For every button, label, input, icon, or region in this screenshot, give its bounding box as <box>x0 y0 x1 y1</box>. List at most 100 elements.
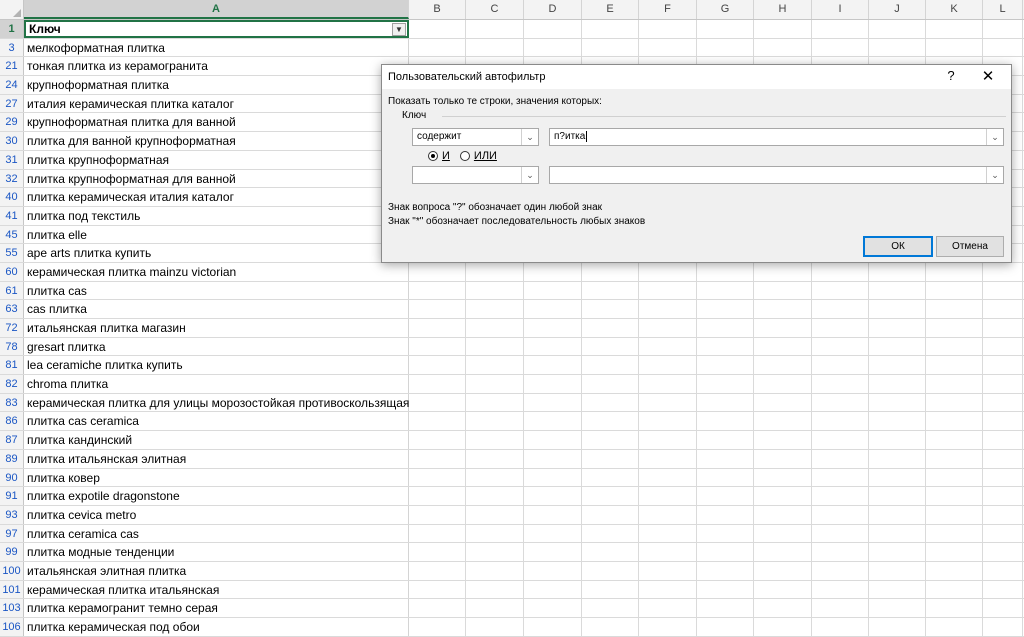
cell[interactable] <box>409 300 466 318</box>
cell-a[interactable]: ape arts плитка купить <box>24 244 409 262</box>
cell[interactable] <box>639 38 697 57</box>
cell[interactable] <box>697 262 754 281</box>
cell[interactable] <box>926 412 983 431</box>
row-header[interactable]: 82 <box>0 375 24 393</box>
cell[interactable] <box>409 262 466 281</box>
column-header-a[interactable]: A <box>24 0 409 19</box>
row-header[interactable]: 81 <box>0 356 24 375</box>
cell[interactable] <box>754 375 812 393</box>
cell[interactable] <box>926 262 983 281</box>
cell[interactable] <box>409 449 466 468</box>
cell[interactable] <box>926 561 983 580</box>
cell[interactable] <box>524 393 582 412</box>
condition2-value-input[interactable]: ⌄ <box>549 166 1004 184</box>
cell[interactable] <box>754 505 812 524</box>
cell-a[interactable]: итальянская плитка магазин <box>24 319 409 337</box>
cell-a[interactable]: chroma плитка <box>24 375 409 393</box>
cell[interactable] <box>926 337 983 356</box>
row-header[interactable]: 72 <box>0 319 24 337</box>
cell[interactable] <box>983 618 1023 636</box>
cell[interactable] <box>466 561 524 580</box>
cell[interactable] <box>754 618 812 636</box>
cell[interactable] <box>926 300 983 318</box>
cell-a[interactable]: плитка керамогранит темно серая <box>24 599 409 617</box>
row-header[interactable]: 87 <box>0 431 24 449</box>
row-header[interactable]: 31 <box>0 150 24 169</box>
cell[interactable] <box>812 487 869 505</box>
cell-a[interactable]: керамическая плитка для улицы морозостой… <box>24 393 409 412</box>
cell[interactable] <box>582 618 639 636</box>
cell[interactable] <box>524 468 582 487</box>
cell[interactable] <box>409 561 466 580</box>
cell[interactable] <box>697 543 754 561</box>
cell[interactable] <box>466 262 524 281</box>
cell-a[interactable]: плитка cevica metro <box>24 505 409 524</box>
cell-a[interactable]: плитка ceramica cas <box>24 524 409 543</box>
cell[interactable] <box>869 393 926 412</box>
cell[interactable] <box>639 618 697 636</box>
cell-a[interactable]: крупноформатная плитка <box>24 76 409 94</box>
cell[interactable] <box>983 38 1023 57</box>
cell[interactable] <box>409 505 466 524</box>
cell[interactable] <box>812 262 869 281</box>
cell[interactable] <box>582 393 639 412</box>
cell[interactable] <box>697 524 754 543</box>
cell[interactable] <box>466 543 524 561</box>
cell[interactable] <box>466 449 524 468</box>
cell[interactable] <box>639 393 697 412</box>
cell[interactable] <box>812 319 869 337</box>
row-header[interactable]: 63 <box>0 300 24 318</box>
condition1-operator-select[interactable]: содержит ⌄ <box>412 128 539 146</box>
header-cell-a[interactable]: Ключ ▼ <box>24 20 409 38</box>
cell[interactable] <box>869 543 926 561</box>
cell[interactable] <box>869 524 926 543</box>
radio-selected-icon[interactable] <box>428 151 438 161</box>
cell[interactable] <box>466 393 524 412</box>
cell[interactable] <box>524 337 582 356</box>
row-header[interactable]: 24 <box>0 76 24 94</box>
cell[interactable] <box>983 393 1023 412</box>
row-header[interactable]: 100 <box>0 561 24 580</box>
cell-a[interactable]: плитка cas <box>24 281 409 300</box>
cell[interactable] <box>409 20 466 38</box>
column-header-b[interactable]: B <box>409 0 466 19</box>
cell[interactable] <box>524 375 582 393</box>
column-header-g[interactable]: G <box>697 0 754 19</box>
cell[interactable] <box>524 449 582 468</box>
cell[interactable] <box>754 281 812 300</box>
cell[interactable] <box>754 543 812 561</box>
cell[interactable] <box>466 412 524 431</box>
cell[interactable] <box>983 356 1023 375</box>
cell[interactable] <box>869 412 926 431</box>
row-header[interactable]: 93 <box>0 505 24 524</box>
cell[interactable] <box>639 319 697 337</box>
cell[interactable] <box>466 337 524 356</box>
cell[interactable] <box>926 487 983 505</box>
cell[interactable] <box>869 449 926 468</box>
cell[interactable] <box>926 599 983 617</box>
cell[interactable] <box>983 337 1023 356</box>
cell[interactable] <box>869 618 926 636</box>
cell[interactable] <box>983 543 1023 561</box>
cell[interactable] <box>812 281 869 300</box>
cell[interactable] <box>582 505 639 524</box>
cell-a[interactable]: gresart плитка <box>24 337 409 356</box>
row-header[interactable]: 90 <box>0 468 24 487</box>
cell[interactable] <box>869 431 926 449</box>
cell[interactable] <box>926 393 983 412</box>
cell[interactable] <box>697 580 754 599</box>
column-header-l[interactable]: L <box>983 0 1023 19</box>
help-icon[interactable]: ? <box>944 68 958 83</box>
cell[interactable] <box>409 524 466 543</box>
cell[interactable] <box>812 524 869 543</box>
cell[interactable] <box>812 618 869 636</box>
cell[interactable] <box>869 580 926 599</box>
column-header-k[interactable]: K <box>926 0 983 19</box>
cell[interactable] <box>582 543 639 561</box>
cell[interactable] <box>524 281 582 300</box>
cell[interactable] <box>983 449 1023 468</box>
dialog-titlebar[interactable]: Пользовательский автофильтр ? ✕ <box>382 65 1011 89</box>
cell[interactable] <box>466 38 524 57</box>
cell[interactable] <box>409 319 466 337</box>
cell[interactable] <box>754 468 812 487</box>
